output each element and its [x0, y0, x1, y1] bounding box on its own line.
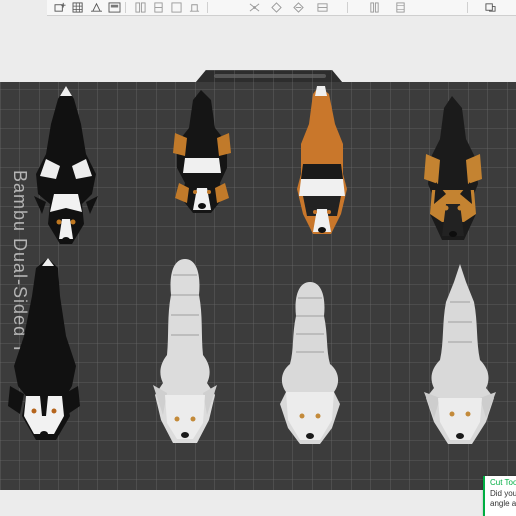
top-toolbar [47, 0, 516, 16]
plate-settings-icon[interactable] [107, 1, 121, 13]
notification-line-2: angle ar [490, 499, 516, 508]
notification-line-1: Did you [490, 489, 516, 498]
move-icon[interactable] [133, 1, 147, 13]
notification-title: Cut Tool [490, 478, 516, 487]
notification-body: Did you angle ar [490, 489, 516, 509]
white-samoyed-model[interactable] [270, 280, 350, 450]
cut-icon[interactable] [247, 1, 261, 13]
assembly-icon[interactable] [483, 1, 497, 13]
shetland-sheepdog-model[interactable] [287, 84, 357, 239]
build-plate[interactable]: Bambu Dual-Sided T [0, 70, 516, 490]
support-paint-icon[interactable] [269, 1, 283, 13]
arrange-grid-icon[interactable] [71, 1, 85, 13]
measure-icon[interactable] [393, 1, 407, 13]
husky-model[interactable] [4, 256, 84, 446]
white-shiba-model[interactable] [145, 255, 225, 450]
lay-on-face-icon[interactable] [187, 1, 201, 13]
orient-icon[interactable] [89, 1, 103, 13]
add-plate-icon[interactable] [53, 1, 67, 13]
emboss-icon[interactable] [367, 1, 381, 13]
german-shepherd-model[interactable] [418, 94, 488, 244]
white-sheepdog-model[interactable] [420, 262, 500, 452]
seam-icon[interactable] [315, 1, 329, 13]
bernese-model[interactable] [165, 88, 240, 218]
scale-icon[interactable] [169, 1, 183, 13]
border-collie-model[interactable] [26, 84, 106, 254]
color-paint-icon[interactable] [291, 1, 305, 13]
rotate-icon[interactable] [151, 1, 165, 13]
cut-tool-notification[interactable]: Cut Tool Did you angle ar [483, 476, 516, 516]
